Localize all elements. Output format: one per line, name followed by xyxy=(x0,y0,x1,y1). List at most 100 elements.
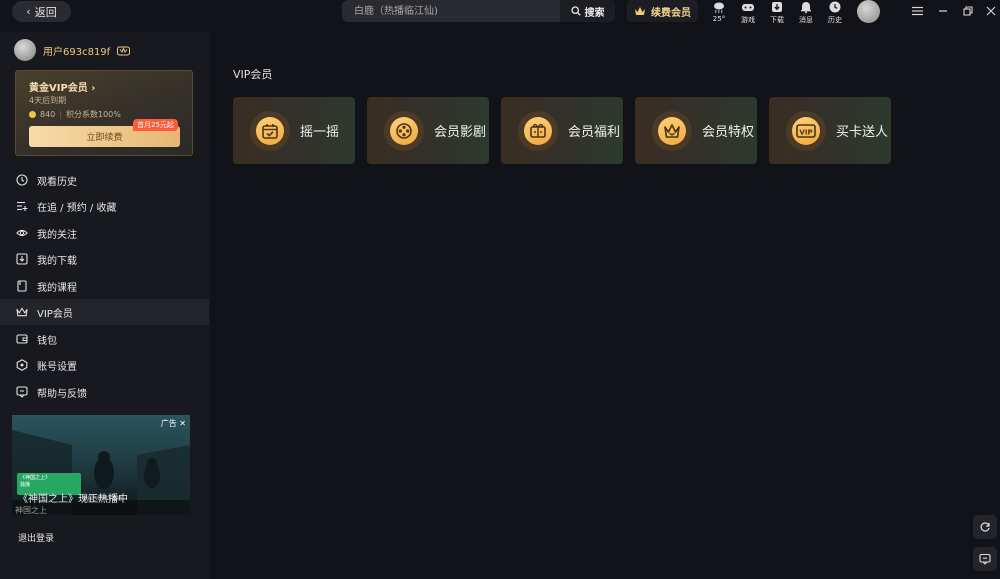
sidebar-item-vip[interactable]: VIP会员 xyxy=(0,299,209,325)
ad-tag[interactable]: 广告 ✕ xyxy=(161,418,186,429)
tool-games-label: 游戏 xyxy=(741,16,755,24)
menu-icon[interactable] xyxy=(909,4,925,18)
vip-title[interactable]: 黄金VIP会员 › xyxy=(29,79,95,94)
sidebar-item-label: 我的课程 xyxy=(37,282,77,294)
sidebar-item-help[interactable]: 帮助与反馈 xyxy=(0,379,209,405)
feature-icon-ring: VIP xyxy=(786,110,826,151)
ad-banner-line1: 《神国之上》 xyxy=(20,475,51,481)
feature-gift-card[interactable]: VIP 买卡送人 xyxy=(769,97,891,164)
close-icon[interactable]: ✕ xyxy=(179,419,186,428)
bell-icon xyxy=(801,2,811,14)
list-add-icon xyxy=(16,200,28,212)
restore-icon[interactable] xyxy=(960,4,976,18)
crown-icon xyxy=(635,7,645,15)
user-row[interactable]: 用户693c819f xyxy=(14,39,131,61)
sidebar-item-history[interactable]: 观看历史 xyxy=(0,167,209,193)
avatar[interactable] xyxy=(857,0,880,23)
search-input[interactable] xyxy=(342,0,560,22)
back-button[interactable]: ‹ 返回 xyxy=(12,1,71,22)
download-icon xyxy=(772,2,782,12)
logout-button[interactable]: 退出登录 xyxy=(18,531,54,544)
refresh-button[interactable] xyxy=(973,515,997,539)
weather-widget[interactable]: 25° xyxy=(705,0,733,28)
hexagon-icon xyxy=(16,359,28,371)
sidebar-item-label: 我的关注 xyxy=(37,229,77,241)
username[interactable]: 用户693c819f xyxy=(43,43,110,58)
sidebar-item-downloads[interactable]: 我的下载 xyxy=(0,246,209,272)
sidebar-item-label: 钱包 xyxy=(37,335,57,347)
vip-points: 840 | 积分系数100% xyxy=(29,109,121,120)
tool-games[interactable]: 游戏 xyxy=(734,0,762,28)
sidebar-item-wallet[interactable]: 钱包 xyxy=(0,326,209,352)
points-value: 840 xyxy=(40,110,56,119)
feedback-button[interactable] xyxy=(973,547,997,571)
promo-badge: 首月25元起 xyxy=(133,119,178,131)
feature-label: 会员福利 xyxy=(568,125,621,140)
sidebar-item-label: VIP会员 xyxy=(37,308,73,320)
tool-history-label: 历史 xyxy=(828,16,842,24)
feature-member-privileges[interactable]: 会员特权 xyxy=(635,97,757,164)
ad-title[interactable]: 《神国之上》现正热播中 xyxy=(18,490,128,505)
crown-icon xyxy=(16,306,28,318)
feature-icon-ring xyxy=(652,110,692,151)
search-icon xyxy=(570,6,581,16)
feature-label: 摇一摇 xyxy=(300,125,340,140)
weather-temp: 25° xyxy=(712,15,726,23)
chevron-left-icon: ‹ xyxy=(26,5,31,18)
search-bar: 搜索 xyxy=(342,0,615,22)
tool-download-label: 下载 xyxy=(770,16,784,24)
feature-label: 会员特权 xyxy=(702,125,755,140)
download-icon xyxy=(16,253,28,265)
renew-vip-label: 续费会员 xyxy=(651,7,691,19)
search-button[interactable]: 搜索 xyxy=(560,0,615,22)
feature-member-films[interactable]: 会员影剧 xyxy=(367,97,489,164)
tool-download[interactable]: 下载 xyxy=(763,0,791,28)
page-title: VIP会员 xyxy=(233,68,273,81)
feature-member-benefits[interactable]: 会员福利 xyxy=(501,97,623,164)
tool-history[interactable]: 历史 xyxy=(821,0,849,28)
feedback-icon xyxy=(16,386,28,398)
book-icon xyxy=(16,280,28,292)
ad-subtitle: 神国之上 xyxy=(15,506,47,515)
clock-icon xyxy=(16,174,28,186)
sidebar-item-label: 我的下载 xyxy=(37,255,77,267)
weather-cloud-icon xyxy=(714,2,724,14)
sidebar-item-label: 在追 / 预约 / 收藏 xyxy=(37,202,117,214)
crown-badge-icon xyxy=(117,46,131,55)
vip-card-icon: VIP xyxy=(792,116,820,145)
refresh-icon xyxy=(980,522,990,532)
minimize-icon[interactable] xyxy=(935,4,951,18)
wallet-icon xyxy=(16,333,28,345)
eye-icon xyxy=(16,227,28,239)
tool-messages-label: 消息 xyxy=(799,16,813,24)
back-label: 返回 xyxy=(34,5,57,19)
sidebar-item-label: 帮助与反馈 xyxy=(37,388,87,400)
gamepad-icon xyxy=(742,4,754,11)
sidebar-item-courses[interactable]: 我的课程 xyxy=(0,273,209,299)
coin-icon xyxy=(29,111,36,118)
feature-label: 买卡送人 xyxy=(836,125,889,140)
vip-expire: 4天后到期 xyxy=(29,96,67,105)
feedback-icon xyxy=(979,553,991,565)
feature-icon-ring xyxy=(384,110,424,151)
sidebar-item-following-list[interactable]: 在追 / 预约 / 收藏 xyxy=(0,193,209,219)
close-icon[interactable] xyxy=(983,4,999,18)
tool-messages[interactable]: 消息 xyxy=(792,0,820,28)
search-button-label: 搜索 xyxy=(584,7,605,19)
sidebar-item-label: 观看历史 xyxy=(37,176,77,188)
vip-card[interactable]: 黄金VIP会员 › 4天后到期 840 | 积分系数100% 立即续费 首月25… xyxy=(15,70,193,156)
renew-vip-button[interactable]: 续费会员 xyxy=(627,0,698,22)
chevron-right-icon: › xyxy=(91,83,96,94)
crown-icon xyxy=(658,116,686,145)
sidebar-item-account-settings[interactable]: 账号设置 xyxy=(0,352,209,378)
top-bar: ‹ 返回 搜索 续费会员 25° 游戏 下载 消息 历史 xyxy=(0,0,1000,32)
feature-icon-ring xyxy=(518,110,558,151)
calendar-check-icon xyxy=(256,116,284,145)
feature-icon-ring xyxy=(250,110,290,151)
gift-icon xyxy=(524,116,552,145)
feature-label: 会员影剧 xyxy=(434,125,487,140)
feature-shake[interactable]: 摇一摇 xyxy=(233,97,355,164)
clock-icon xyxy=(829,1,841,13)
avatar[interactable] xyxy=(14,39,36,61)
sidebar-item-follows[interactable]: 我的关注 xyxy=(0,220,209,246)
